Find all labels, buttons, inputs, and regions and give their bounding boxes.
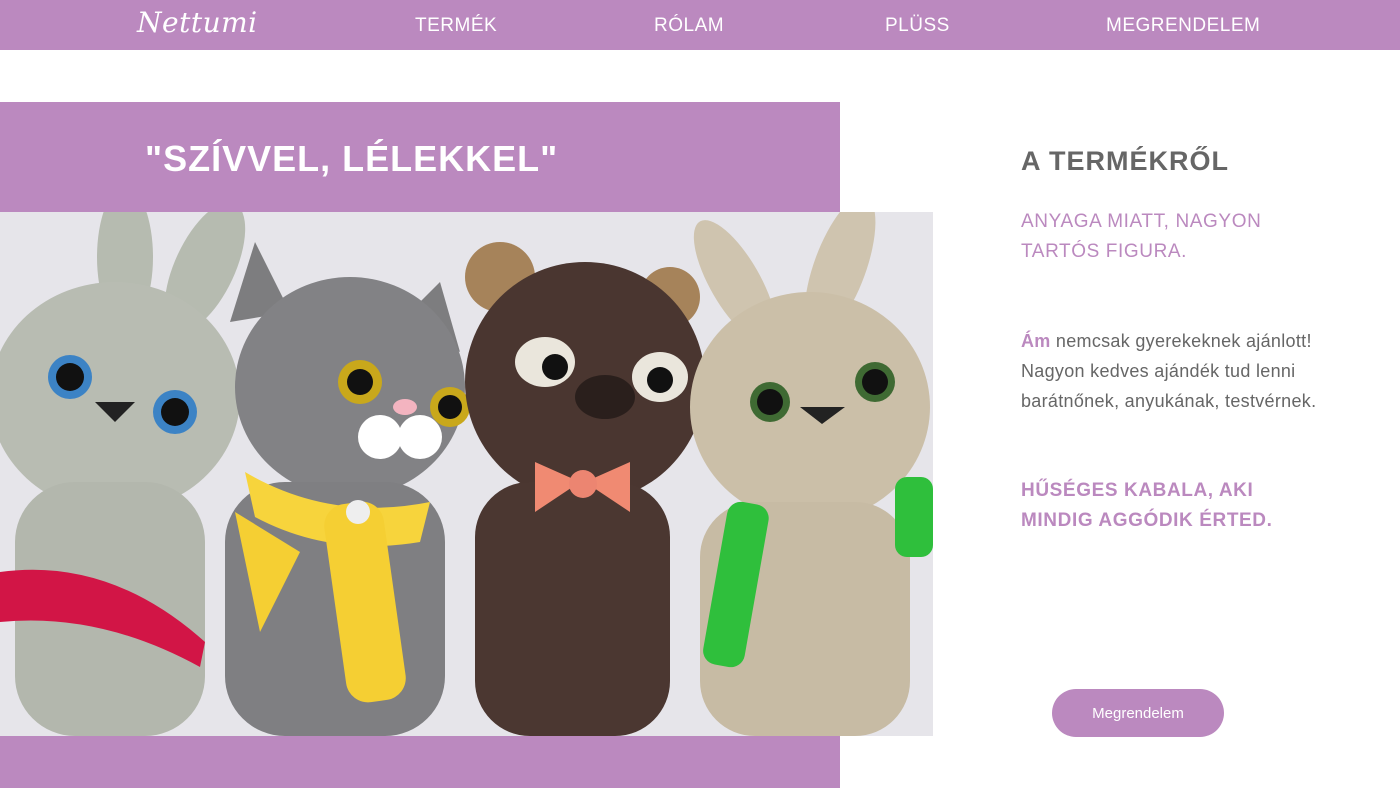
logo[interactable]: Nettumi [137, 6, 258, 39]
highlight-text: HŰSÉGES KABALA, AKI MINDIG AGGÓDIK ÉRTED… [1021, 480, 1273, 531]
nav-item-megrendelem[interactable]: MEGRENDELEM [1106, 15, 1260, 37]
section-title: A TERMÉKRŐL [1021, 146, 1229, 176]
description-lead: Ám [1021, 331, 1051, 351]
description-text: nemcsak gyerekeknek ajánlott! Nagyon ked… [1021, 331, 1317, 411]
top-navigation: Nettumi TERMÉK RÓLAM PLÜSS MEGRENDELEM [0, 0, 1400, 50]
hero-title: "SZÍVVEL, LÉLEKKEL" [145, 138, 559, 179]
nav-item-termek[interactable]: TERMÉK [415, 15, 497, 37]
product-photo [0, 212, 933, 736]
bottom-band [0, 736, 840, 788]
subtitle: ANYAGA MIATT, NAGYON TARTÓS FIGURA. [1021, 211, 1262, 262]
nav-item-rolam[interactable]: RÓLAM [654, 15, 724, 37]
nav-item-pluss[interactable]: PLÜSS [885, 15, 950, 37]
description: Ám nemcsak gyerekeknek ajánlott! Nagyon … [1021, 326, 1321, 416]
order-button[interactable]: Megrendelem [1052, 689, 1224, 737]
